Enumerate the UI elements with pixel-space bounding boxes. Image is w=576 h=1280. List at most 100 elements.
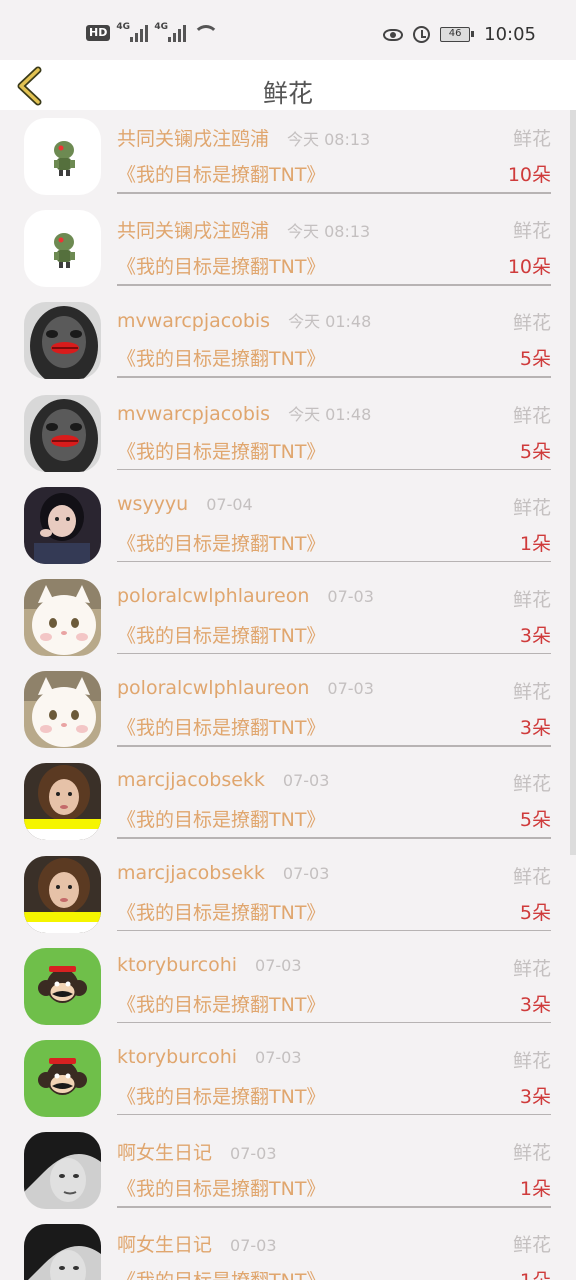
name-time-line: wsyyyu 07-04 xyxy=(117,493,253,515)
wifi-icon xyxy=(192,24,220,42)
list-item[interactable]: 啊女生日记 07-03 鲜花《我的目标是撩翻TNT》 1朵 xyxy=(0,1124,576,1216)
divider xyxy=(117,284,551,286)
target-title[interactable]: 《我的目标是撩翻TNT》 xyxy=(117,898,325,925)
gift-time: 07-03 xyxy=(255,1047,302,1067)
target-title[interactable]: 《我的目标是撩翻TNT》 xyxy=(117,160,325,187)
target-title[interactable]: 《我的目标是撩翻TNT》 xyxy=(117,529,325,556)
avatar[interactable] xyxy=(24,1039,101,1117)
signal-icon: 4G xyxy=(116,22,149,42)
name-time-line: 共同关镧戌注鸥浦 今天 08:13 xyxy=(117,216,370,243)
sender-name[interactable]: 共同关镧戌注鸥浦 xyxy=(117,124,269,151)
sender-name[interactable]: poloralcwlphlaureon xyxy=(117,585,309,607)
gift-time: 今天 01:48 xyxy=(288,312,372,332)
avatar[interactable] xyxy=(24,486,101,564)
list-item[interactable]: 啊女生日记 07-03 鲜花《我的目标是撩翻TNT》 1朵 xyxy=(0,1216,576,1280)
target-title[interactable]: 《我的目标是撩翻TNT》 xyxy=(117,713,325,740)
list-item[interactable]: ktoryburcohi 07-03 鲜花 《我的目标是撩翻TNT》 3朵 xyxy=(0,1032,576,1124)
gift-count: 1朵 xyxy=(519,532,551,555)
status-left: HD 4G 4G xyxy=(86,22,220,42)
sender-name[interactable]: poloralcwlphlaureon xyxy=(117,677,309,699)
target-title[interactable]: 《我的目标是撩翻TNT》 xyxy=(117,1174,325,1201)
status-right: 46 10:05 xyxy=(383,24,536,45)
list-item[interactable]: 共同关镧戌注鸥浦 今天 08:13 鲜花 《我的目标是撩翻TNT》 10朵 xyxy=(0,202,576,294)
gift-time: 今天 01:48 xyxy=(288,404,372,424)
sender-name[interactable]: ktoryburcohi xyxy=(117,954,237,976)
list-item[interactable]: poloralcwlphlaureon 07-03 鲜花 《我的目标是撩翻TNT》 3朵 xyxy=(0,571,576,663)
gift-time: 07-03 xyxy=(327,586,374,606)
name-time-line: poloralcwlphlaureon 07-03 xyxy=(117,677,374,699)
list-item[interactable]: wsyyyu 07-04 鲜花《我的目标是撩翻TNT》 1朵 xyxy=(0,479,576,571)
list-item[interactable]: poloralcwlphlaureon 07-03 鲜花 《我的目标是撩翻TNT》 3朵 xyxy=(0,663,576,755)
sender-name[interactable]: marcjjacobsekk xyxy=(117,862,265,884)
gift-type: 鲜花 xyxy=(512,496,551,519)
gift-count: 3朵 xyxy=(519,717,551,740)
target-title[interactable]: 《我的目标是撩翻TNT》 xyxy=(117,805,325,832)
avatar[interactable] xyxy=(24,763,101,841)
gift-type: 鲜花 xyxy=(512,588,551,611)
gift-count: 10朵 xyxy=(507,164,551,186)
sender-name[interactable]: 共同关镧戌注鸥浦 xyxy=(117,216,269,243)
name-time-line: poloralcwlphlaureon 07-03 xyxy=(117,585,374,607)
sender-name[interactable]: marcjjacobsekk xyxy=(117,769,265,791)
target-title[interactable]: 《我的目标是撩翻TNT》 xyxy=(117,621,325,648)
sender-name[interactable]: 啊女生日记 xyxy=(117,1230,212,1257)
divider xyxy=(117,745,551,747)
signal-icon-2: 4G xyxy=(154,22,187,42)
avatar[interactable] xyxy=(24,947,101,1025)
sender-name[interactable]: mvwarcpjacobis xyxy=(117,310,270,332)
scrollbar[interactable] xyxy=(570,110,576,855)
gift-time: 07-03 xyxy=(282,863,330,883)
gift-type: 鲜花 xyxy=(512,128,551,150)
name-time-line: 啊女生日记 07-03 xyxy=(117,1138,277,1165)
gift-type: 鲜花 xyxy=(512,773,551,796)
gift-time: 07-03 xyxy=(255,955,302,975)
avatar[interactable] xyxy=(24,210,101,288)
list-item[interactable]: marcjjacobsekk 07-03 鲜花 《我的目标是撩翻TNT》 5朵 xyxy=(0,755,576,847)
gift-time: 07-03 xyxy=(230,1236,277,1256)
sender-name[interactable]: 啊女生日记 xyxy=(117,1138,212,1165)
divider xyxy=(117,560,551,563)
avatar[interactable] xyxy=(24,855,101,933)
avatar[interactable] xyxy=(24,671,101,749)
divider xyxy=(117,929,551,931)
gift-count: 3朵 xyxy=(519,1085,551,1108)
gift-type: 鲜花 xyxy=(512,1142,551,1165)
target-title[interactable]: 《我的目标是撩翻TNT》 xyxy=(117,344,325,371)
hd-badge: HD xyxy=(86,25,111,41)
list-item[interactable]: mvwarcpjacobis 今天 01:48 鲜花 《我的目标是撩翻TNT》 5朵 xyxy=(0,387,576,479)
name-time-line: marcjjacobsekk 07-03 xyxy=(117,862,329,884)
target-title[interactable]: 《我的目标是撩翻TNT》 xyxy=(117,990,325,1017)
gift-type: 鲜花 xyxy=(512,1234,551,1257)
sender-name[interactable]: mvwarcpjacobis xyxy=(117,403,270,425)
battery-icon: 46 xyxy=(440,27,475,42)
eye-icon xyxy=(383,28,404,41)
list-item[interactable]: marcjjacobsekk 07-03 鲜花 《我的目标是撩翻TNT》 5朵 xyxy=(0,848,576,940)
gift-type: 鲜花 xyxy=(512,220,551,243)
avatar[interactable] xyxy=(24,118,101,195)
target-title[interactable]: 《我的目标是撩翻TNT》 xyxy=(117,252,325,279)
gift-time: 今天 08:13 xyxy=(287,222,371,242)
list-item[interactable]: ktoryburcohi 07-03 鲜花 《我的目标是撩翻TNT》 3朵 xyxy=(0,940,576,1032)
name-time-line: marcjjacobsekk 07-03 xyxy=(117,769,329,791)
list-item[interactable]: mvwarcpjacobis 今天 01:48 鲜花 《我的目标是撩翻TNT》 5朵 xyxy=(0,294,576,386)
sender-name[interactable]: ktoryburcohi xyxy=(117,1046,237,1068)
avatar[interactable] xyxy=(24,302,101,380)
avatar[interactable] xyxy=(24,1132,101,1210)
name-time-line: ktoryburcohi 07-03 xyxy=(117,1046,302,1068)
avatar[interactable] xyxy=(24,394,101,472)
gift-count: 3朵 xyxy=(519,993,551,1016)
avatar[interactable] xyxy=(24,578,101,656)
name-time-line: 啊女生日记 07-03 xyxy=(117,1230,277,1257)
target-title[interactable]: 《我的目标是撩翻TNT》 xyxy=(117,1082,325,1109)
gift-count: 5朵 xyxy=(519,440,551,463)
name-time-line: ktoryburcohi 07-03 xyxy=(117,954,302,976)
gift-time: 07-03 xyxy=(230,1144,277,1164)
target-title[interactable]: 《我的目标是撩翻TNT》 xyxy=(117,1266,325,1280)
sender-name[interactable]: wsyyyu xyxy=(117,493,188,515)
avatar[interactable] xyxy=(24,1224,101,1280)
list-item[interactable]: 共同关镧戌注鸥浦 今天 08:13 鲜花 《我的目标是撩翻TNT》 10朵 xyxy=(0,110,576,202)
gift-count: 5朵 xyxy=(519,901,551,924)
nav-bar: 鲜花 xyxy=(0,60,576,110)
target-title[interactable]: 《我的目标是撩翻TNT》 xyxy=(117,437,325,464)
name-time-line: mvwarcpjacobis 今天 01:48 xyxy=(117,308,371,332)
